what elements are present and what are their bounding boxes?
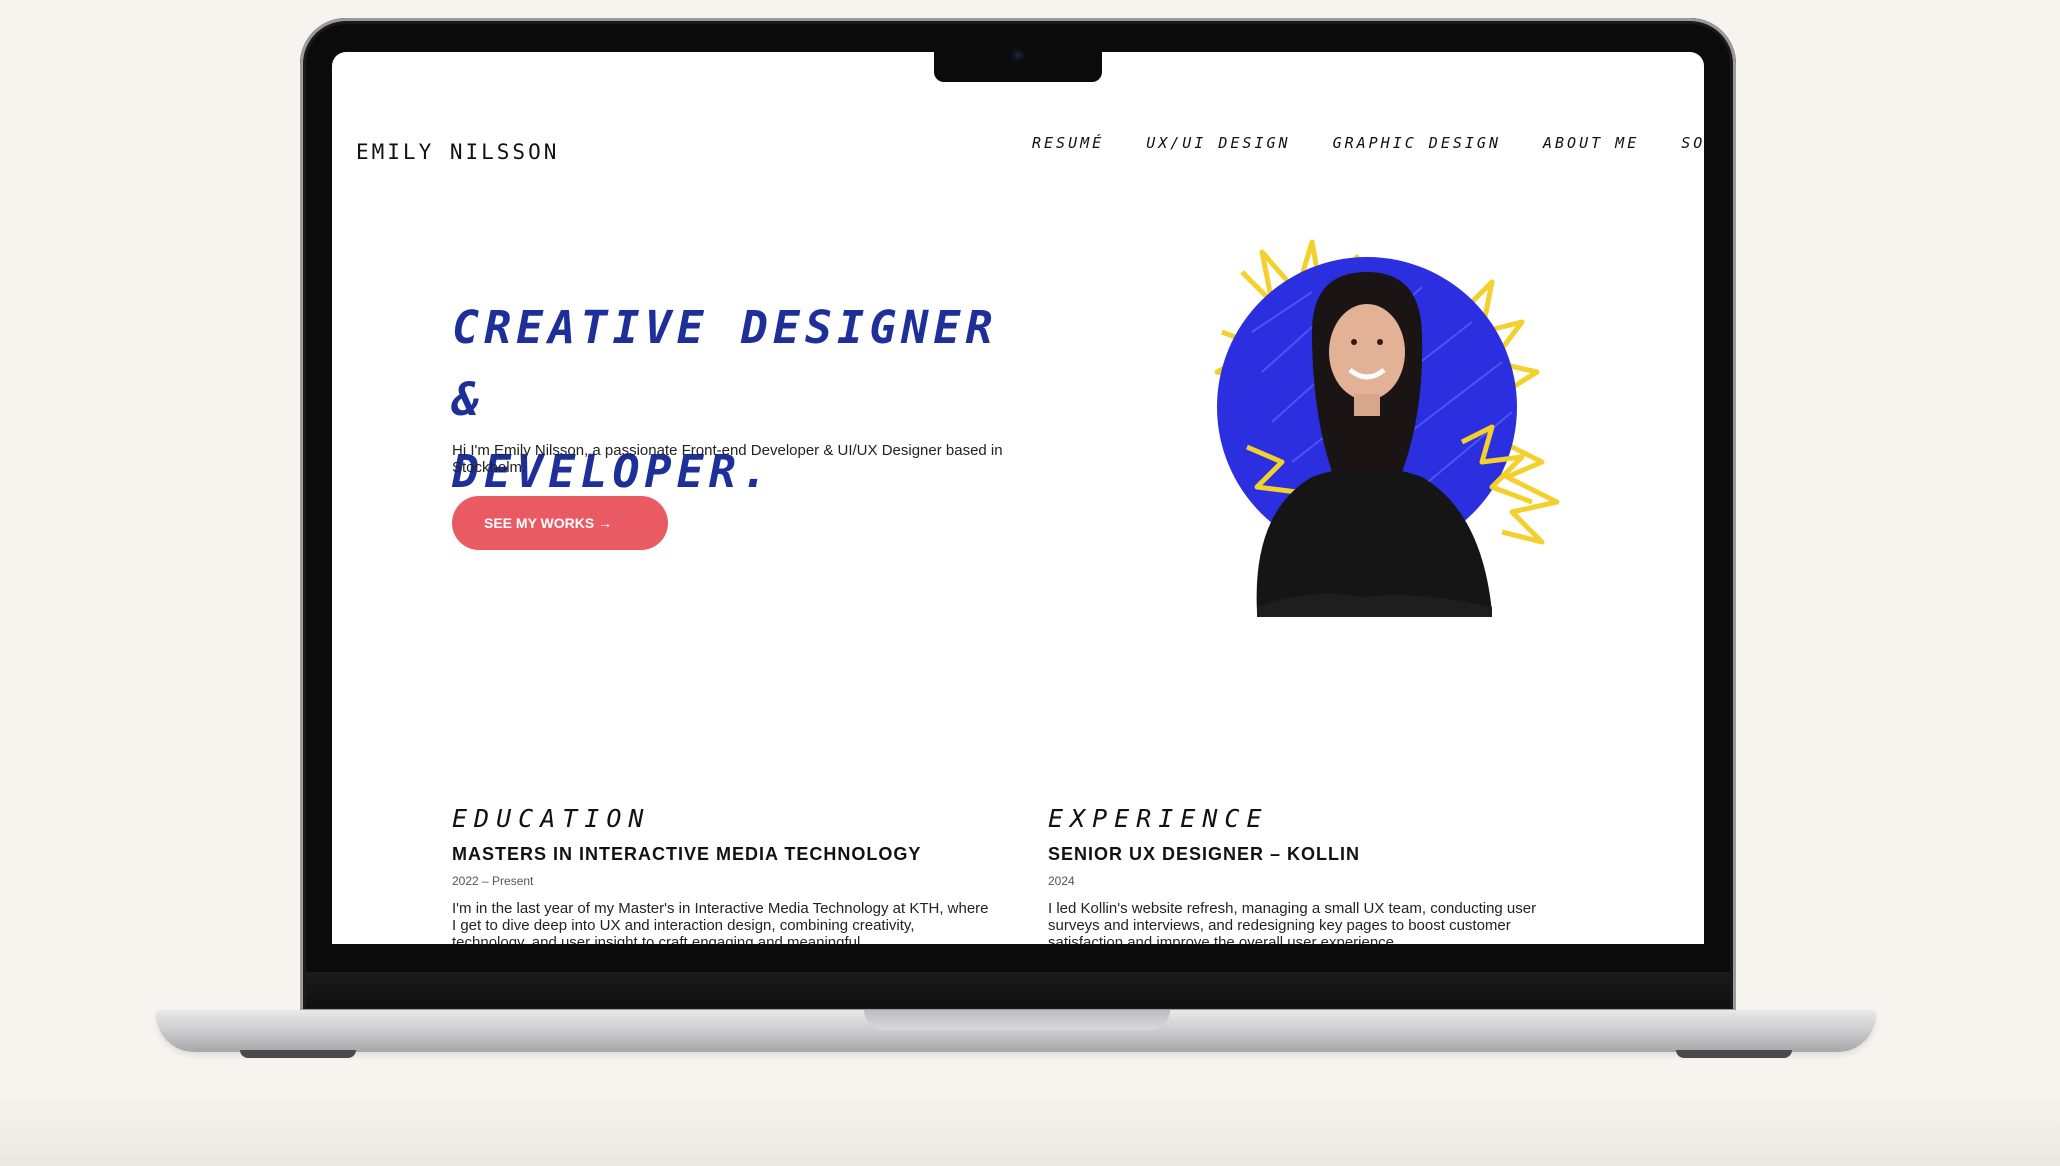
eye-left <box>1351 339 1357 345</box>
eye-right <box>1377 339 1383 345</box>
floor-shadow <box>0 1090 2060 1166</box>
profile-portrait <box>1214 239 1560 617</box>
hero-intro: Hi I'm Emily Nilsson, a passionate Front… <box>452 442 1003 476</box>
see-my-works-button[interactable]: SEE MY WORKS → <box>452 496 668 550</box>
neck-shape <box>1354 394 1380 416</box>
education-title: MASTERS IN INTERACTIVE MEDIA TECHNOLOGY <box>452 844 922 864</box>
experience-description: I led Kollin's website refresh, managing… <box>1048 900 1537 944</box>
laptop-foot-left <box>240 1050 356 1058</box>
main-nav: RESUMÉ UX/UI DESIGN GRAPHIC DESIGN ABOUT… <box>1032 134 1704 152</box>
experience-heading: EXPERIENCE <box>1048 804 1269 833</box>
experience-title: SENIOR UX DESIGNER – KOLLIN <box>1048 844 1361 864</box>
nav-resume[interactable]: RESUMÉ <box>1032 134 1104 152</box>
nav-graphic-design[interactable]: GRAPHIC DESIGN <box>1333 134 1501 152</box>
face-shape <box>1329 304 1405 400</box>
webcam-icon <box>1012 49 1024 61</box>
education-heading: EDUCATION <box>452 804 651 833</box>
nav-socials[interactable]: SOCIALS <box>1681 134 1704 152</box>
hero-title-line-1: CREATIVE DESIGNER & <box>452 301 998 426</box>
nav-uxui-design[interactable]: UX/UI DESIGN <box>1146 134 1290 152</box>
laptop-opening-lip <box>864 1010 1170 1030</box>
education-date: 2022 – Present <box>452 874 534 888</box>
education-description: I'm in the last year of my Master's in I… <box>452 900 989 944</box>
experience-date: 2024 <box>1048 874 1075 888</box>
laptop-foot-right <box>1676 1050 1792 1058</box>
browser-viewport: EMILY NILSSON RESUMÉ UX/UI DESIGN GRAPHI… <box>332 52 1704 944</box>
laptop-lid-chin <box>306 972 1730 1008</box>
site-logo[interactable]: EMILY NILSSON <box>356 140 559 164</box>
nav-about-me[interactable]: ABOUT ME <box>1543 134 1639 152</box>
